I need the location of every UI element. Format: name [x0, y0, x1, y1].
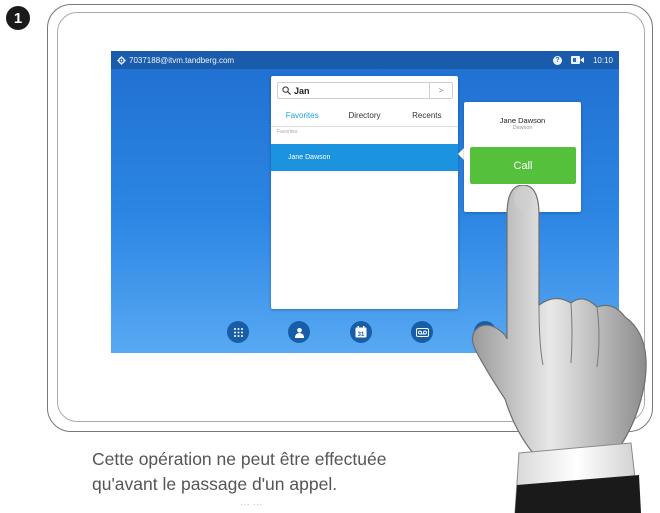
- keypad-icon: [233, 327, 243, 337]
- voicemail-button[interactable]: [411, 321, 433, 343]
- directory-tabs: Favorites Directory Recents: [271, 106, 458, 127]
- caption-line-1: Cette opération ne peut être effectuée: [92, 449, 387, 469]
- contacts-button[interactable]: [288, 321, 310, 343]
- caption-line-2: qu'avant le passage d'un appel.: [92, 474, 338, 494]
- pointing-hand-illustration: [471, 185, 647, 513]
- gear-icon[interactable]: [117, 55, 126, 65]
- search-icon: [282, 86, 291, 95]
- contacts-icon: [294, 327, 304, 338]
- clock: 10:10: [592, 55, 613, 65]
- search-input[interactable]: [294, 84, 424, 97]
- step-number-badge: 1: [6, 6, 30, 30]
- section-label: Favorites: [277, 129, 298, 135]
- tab-directory[interactable]: Directory: [333, 106, 395, 126]
- calendar-day: 31: [358, 332, 365, 338]
- contact-name: Jane Dawson: [499, 116, 546, 125]
- caption-text: Cette opération ne peut être effectuée q…: [92, 447, 386, 497]
- camera-icon[interactable]: [570, 56, 584, 64]
- directory-panel: > Favorites Directory Recents Favorites …: [271, 76, 458, 309]
- calendar-button[interactable]: 31: [350, 321, 372, 343]
- sip-address: 7037188@itvm.tandberg.com: [129, 55, 235, 65]
- caption-line-3: … … …: [240, 497, 263, 505]
- search-box: >: [277, 82, 453, 99]
- search-go-button[interactable]: >: [429, 83, 452, 98]
- call-button[interactable]: Call: [470, 147, 576, 184]
- voicemail-icon: [415, 327, 429, 337]
- contact-subtitle: Dawson: [512, 125, 533, 131]
- list-item-selected-contact[interactable]: Jane Dawson: [271, 144, 458, 171]
- tab-favorites[interactable]: Favorites: [271, 106, 333, 126]
- keypad-button[interactable]: [227, 321, 249, 343]
- help-icon[interactable]: ?: [552, 55, 562, 65]
- status-bar: 7037188@itvm.tandberg.com ? 10:10: [111, 51, 619, 69]
- chevron-right-icon: >: [438, 86, 444, 95]
- calendar-icon: 31: [355, 326, 367, 338]
- tab-recents[interactable]: Recents: [396, 106, 458, 126]
